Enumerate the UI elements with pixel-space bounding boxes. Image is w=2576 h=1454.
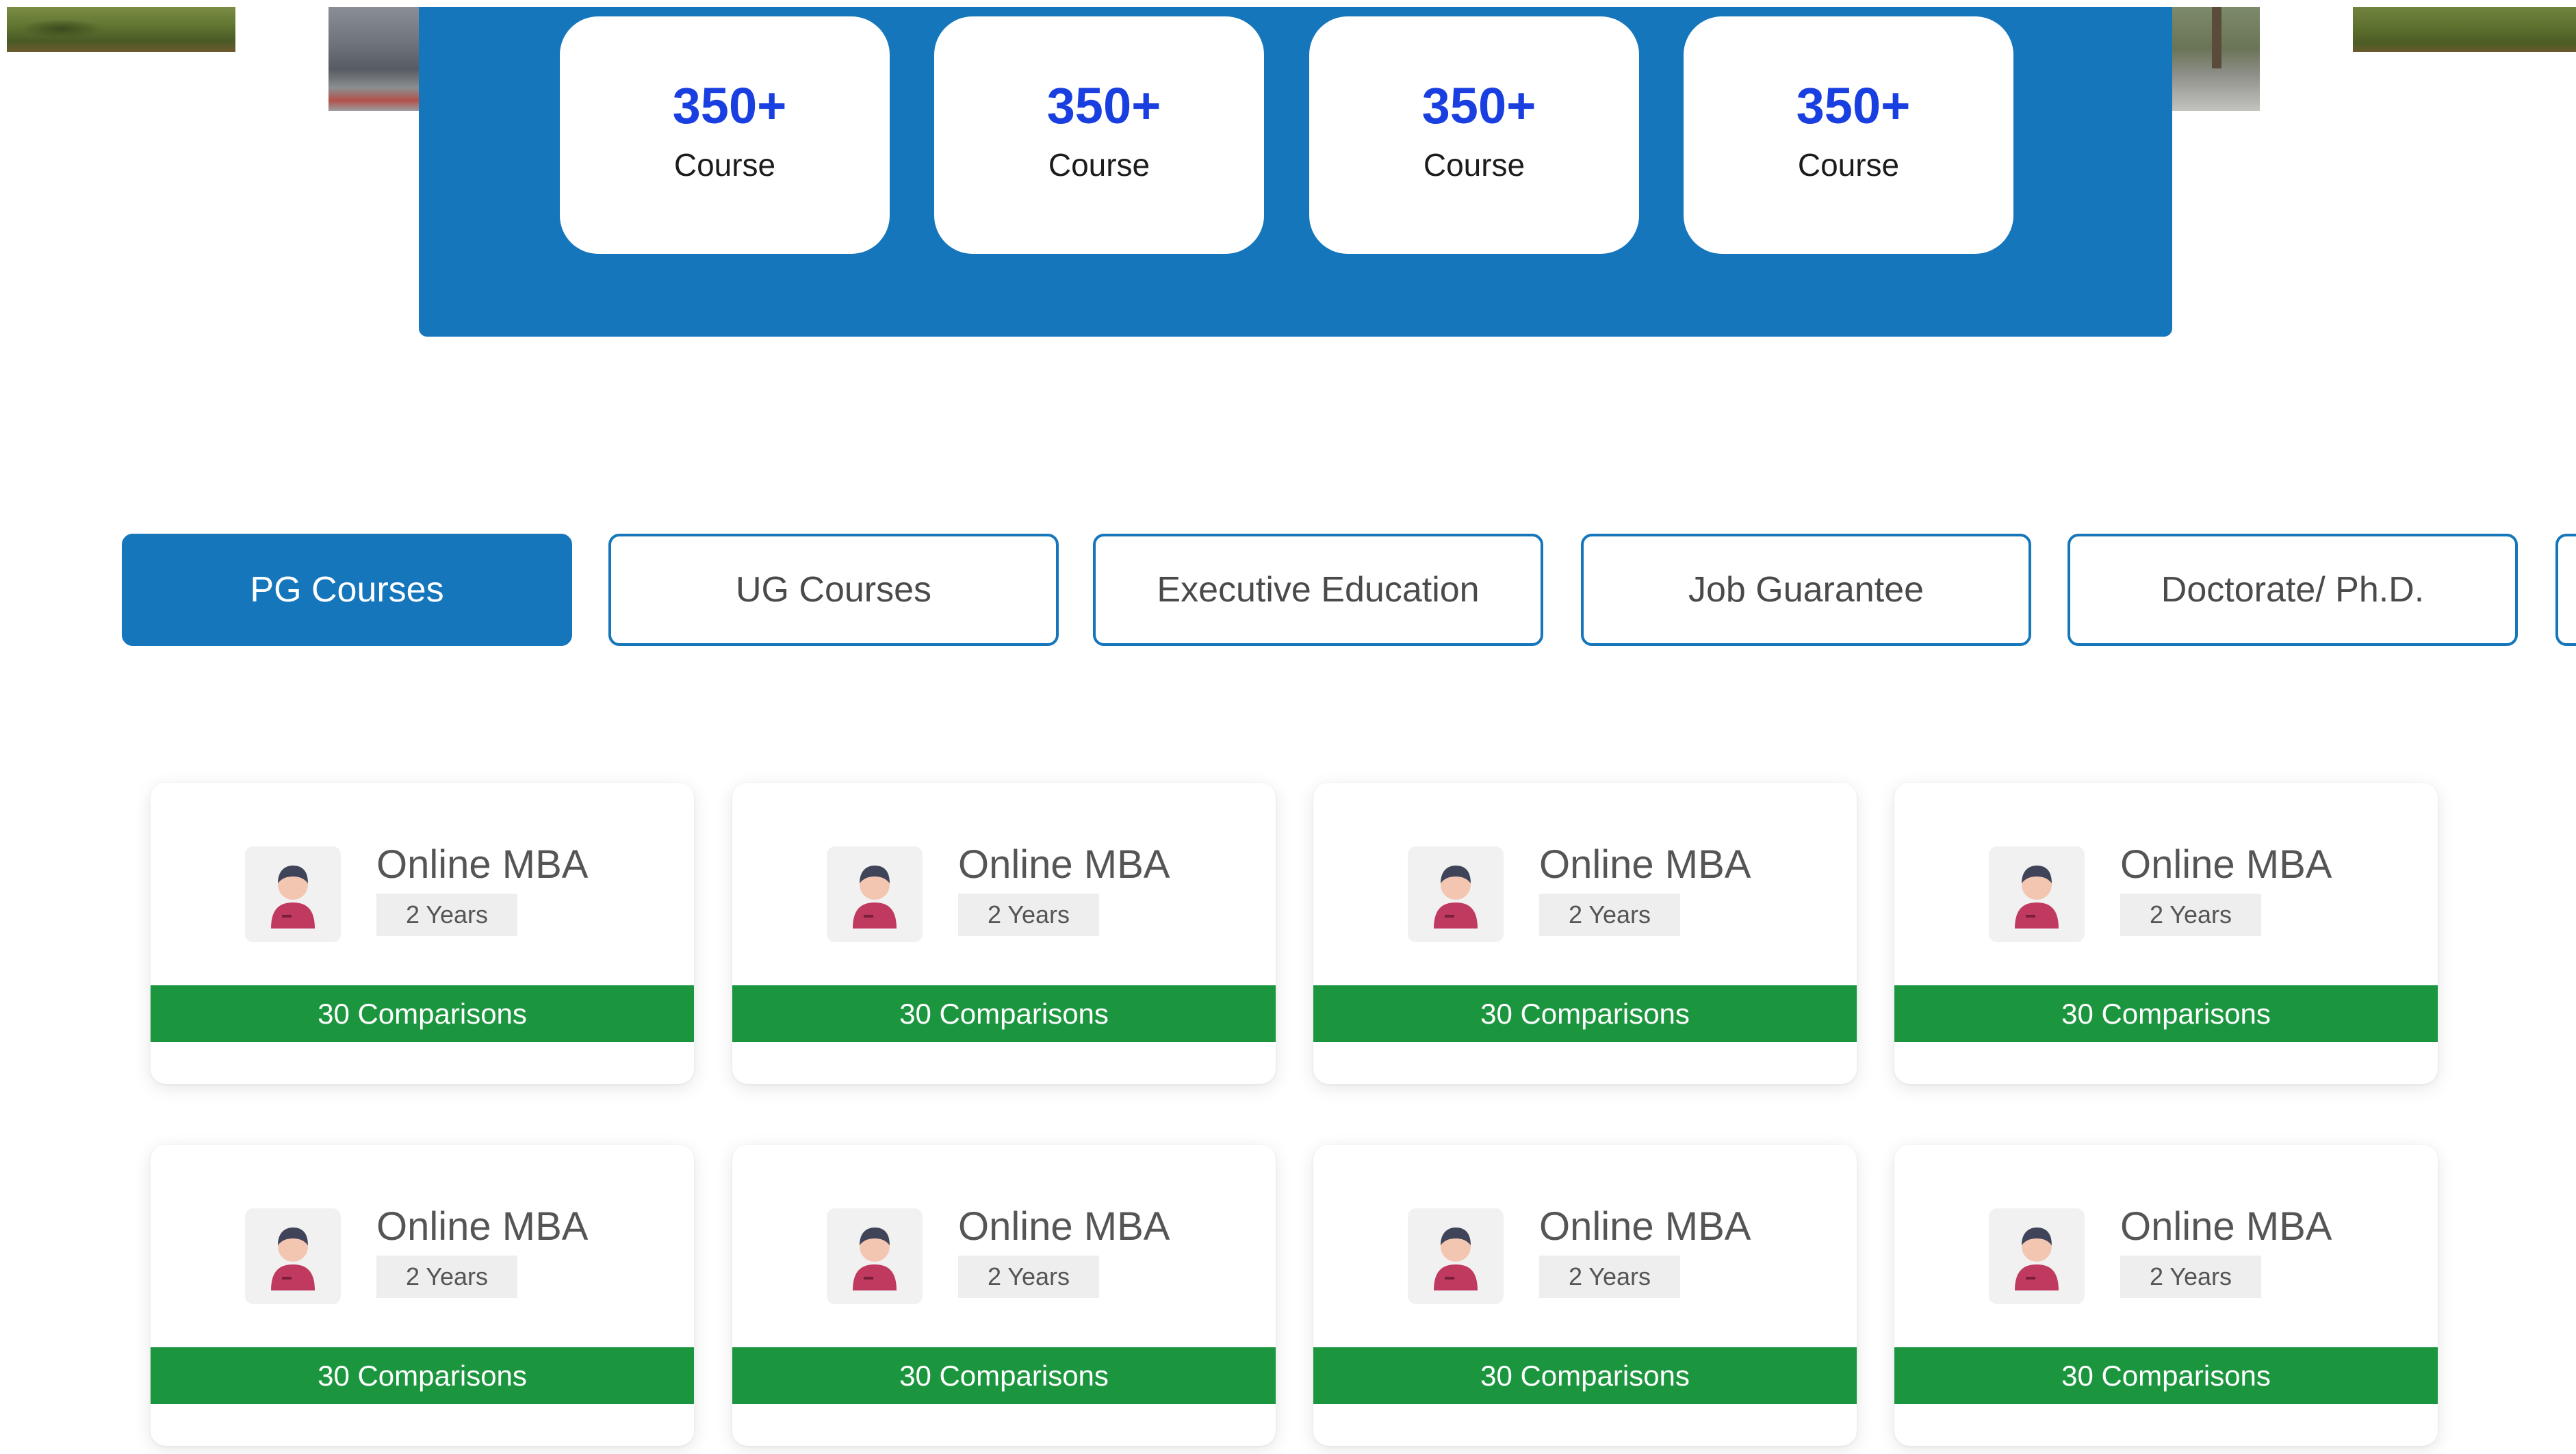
stat-value: 350+ [1046,77,1161,134]
comparisons-bar[interactable]: 30 Comparisons [1313,985,1857,1042]
stat-label: Course [1048,147,1150,183]
stats-banner: 350+ Course 350+ Course 350+ Course 350+… [419,7,2172,337]
tab-pg-courses[interactable]: PG Courses [122,534,572,646]
student-avatar-icon [245,846,341,942]
tab-ug-courses[interactable]: UG Courses [608,534,1059,646]
stat-label: Course [1423,147,1525,183]
background-photo-grass-right [2353,7,2576,52]
course-card[interactable]: Online MBA 2 Years 30 Comparisons [1313,783,1857,1084]
comparisons-bar[interactable]: 30 Comparisons [1894,985,2438,1042]
stat-label: Course [1797,147,1900,183]
student-avatar-icon [1408,846,1504,942]
stat-value: 350+ [1796,77,1911,134]
comparisons-bar[interactable]: 30 Comparisons [732,985,1276,1042]
course-title: Online MBA [1539,1204,1751,1249]
student-avatar-icon [827,846,923,942]
course-card[interactable]: Online MBA 2 Years 30 Comparisons [151,1145,694,1446]
course-duration-badge: 2 Years [958,894,1099,936]
course-card[interactable]: Online MBA 2 Years 30 Comparisons [1313,1145,1857,1446]
course-title: Online MBA [376,1204,589,1249]
stat-value: 350+ [672,77,787,134]
stat-value: 350+ [1421,77,1536,134]
tab-overflow-partial[interactable] [2555,534,2576,646]
tab-job-guarantee[interactable]: Job Guarantee [1581,534,2031,646]
course-title: Online MBA [958,1204,1170,1249]
tab-doctorate-phd[interactable]: Doctorate/ Ph.D. [2068,534,2518,646]
course-title: Online MBA [958,842,1170,887]
course-duration-badge: 2 Years [376,1256,517,1298]
background-photo-grass-left [7,7,235,52]
comparisons-bar[interactable]: 30 Comparisons [732,1347,1276,1404]
course-title: Online MBA [2120,1204,2332,1249]
student-avatar-icon [1989,846,2085,942]
course-card[interactable]: Online MBA 2 Years 30 Comparisons [1894,783,2438,1084]
comparisons-bar[interactable]: 30 Comparisons [1894,1347,2438,1404]
course-card[interactable]: Online MBA 2 Years 30 Comparisons [151,783,694,1084]
course-title: Online MBA [1539,842,1751,887]
course-card[interactable]: Online MBA 2 Years 30 Comparisons [732,783,1276,1084]
course-duration-badge: 2 Years [958,1256,1099,1298]
course-duration-badge: 2 Years [1539,1256,1680,1298]
comparisons-bar[interactable]: 30 Comparisons [151,985,694,1042]
stat-card: 350+ Course [560,16,890,254]
course-card[interactable]: Online MBA 2 Years 30 Comparisons [732,1145,1276,1446]
course-duration-badge: 2 Years [376,894,517,936]
course-duration-badge: 2 Years [1539,894,1680,936]
background-photo-street-right [2171,7,2260,111]
comparisons-bar[interactable]: 30 Comparisons [1313,1347,1857,1404]
stat-card: 350+ Course [1684,16,2013,254]
stat-card: 350+ Course [934,16,1264,254]
student-avatar-icon [245,1208,341,1304]
stat-label: Course [673,147,776,183]
stat-card: 350+ Course [1309,16,1639,254]
course-card[interactable]: Online MBA 2 Years 30 Comparisons [1894,1145,2438,1446]
student-avatar-icon [827,1208,923,1304]
student-avatar-icon [1408,1208,1504,1304]
tab-executive-education[interactable]: Executive Education [1093,534,1543,646]
course-duration-badge: 2 Years [2120,1256,2261,1298]
course-title: Online MBA [376,842,589,887]
comparisons-bar[interactable]: 30 Comparisons [151,1347,694,1404]
student-avatar-icon [1989,1208,2085,1304]
course-title: Online MBA [2120,842,2332,887]
course-duration-badge: 2 Years [2120,894,2261,936]
background-photo-street-left [329,7,420,111]
